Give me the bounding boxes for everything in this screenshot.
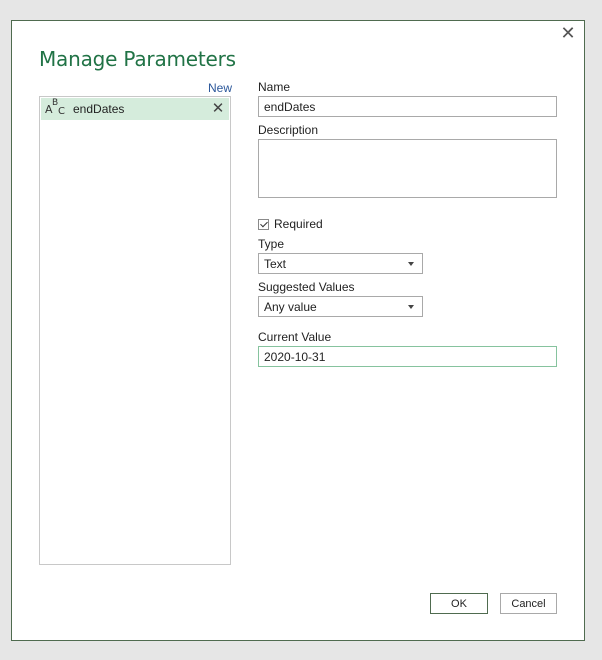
- chevron-down-icon: [408, 261, 414, 266]
- suggested-values-select[interactable]: Any value: [258, 296, 423, 317]
- current-value-field[interactable]: 2020-10-31: [258, 346, 557, 367]
- name-field[interactable]: endDates: [258, 96, 557, 117]
- required-checkbox-row[interactable]: Required: [258, 217, 323, 231]
- ok-button[interactable]: OK: [430, 593, 488, 614]
- list-item[interactable]: ABC endDates ✕: [41, 98, 229, 120]
- type-label: Type: [258, 237, 285, 251]
- close-icon[interactable]: ✕: [560, 24, 576, 42]
- parameter-list: ABC endDates ✕: [39, 96, 231, 565]
- required-checkbox[interactable]: [258, 218, 269, 230]
- required-label: Required: [274, 217, 323, 231]
- delete-parameter-icon[interactable]: ✕: [210, 101, 226, 117]
- abc-text-type-icon: ABC: [45, 98, 65, 117]
- type-select-value: Text: [264, 256, 287, 271]
- new-parameter-link[interactable]: New: [208, 81, 232, 95]
- chevron-down-icon: [408, 304, 414, 309]
- suggested-values-value: Any value: [264, 299, 317, 314]
- description-label: Description: [258, 123, 319, 137]
- description-field[interactable]: [258, 139, 557, 198]
- manage-parameters-dialog: ✕ Manage Parameters New ABC endDates ✕ N…: [11, 20, 585, 641]
- suggested-values-label: Suggested Values: [258, 280, 355, 294]
- dialog-title: Manage Parameters: [39, 47, 236, 71]
- current-value-label: Current Value: [258, 330, 332, 344]
- parameter-name-label: endDates: [73, 102, 125, 116]
- cancel-button[interactable]: Cancel: [500, 593, 557, 614]
- name-label: Name: [258, 80, 291, 94]
- type-select[interactable]: Text: [258, 253, 423, 274]
